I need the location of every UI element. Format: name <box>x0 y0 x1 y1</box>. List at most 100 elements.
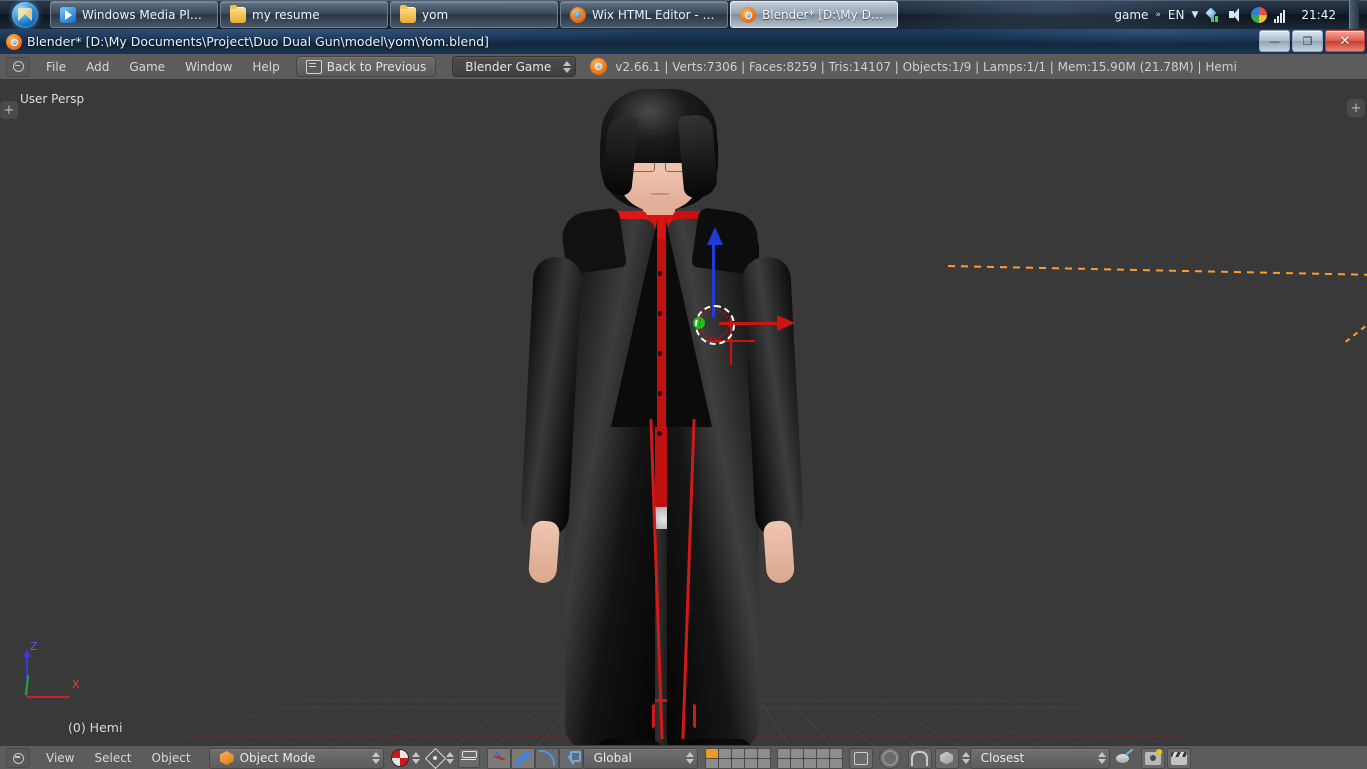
rotate-icon <box>538 750 555 766</box>
manipulator-rotate-button[interactable] <box>534 747 559 769</box>
layer-cell[interactable] <box>744 748 757 758</box>
taskbar-buttons: Windows Media Player my resume yom Wix H… <box>50 0 898 29</box>
layer-cell[interactable] <box>705 748 718 758</box>
language-indicator[interactable]: EN <box>1168 8 1185 22</box>
menu-file[interactable]: File <box>36 54 76 79</box>
layer-cell[interactable] <box>816 758 829 768</box>
layer-cell[interactable] <box>718 758 731 768</box>
tray-overflow-icon[interactable]: » <box>1155 10 1161 20</box>
taskbar-item-label: Blender* [D:\My Doc... <box>762 7 888 22</box>
manipulator-scale-button[interactable] <box>558 747 583 769</box>
layer-cell[interactable] <box>731 758 744 768</box>
interaction-mode-select[interactable]: Object Mode <box>208 747 384 769</box>
taskbar-item-windows-media-player[interactable]: Windows Media Player <box>50 1 218 28</box>
snap-target-select[interactable]: Closest <box>969 747 1110 769</box>
start-button[interactable] <box>0 0 50 29</box>
opengl-render-animation-icon[interactable] <box>1166 747 1191 769</box>
taskbar-item-label: my resume <box>252 7 320 22</box>
taskbar-item-wix-html-editor[interactable]: Wix HTML Editor - M... <box>560 1 728 28</box>
footer-menu-select[interactable]: Select <box>84 746 141 769</box>
blender-icon <box>6 33 22 50</box>
opengl-render-image-icon[interactable] <box>1140 747 1165 769</box>
menu-help[interactable]: Help <box>242 54 289 79</box>
editor-type-icon <box>12 61 24 72</box>
mouth <box>651 193 669 195</box>
3d-viewport[interactable]: User Persp + + Z X (0) Hemi <box>0 79 1367 745</box>
layer-cell[interactable] <box>757 748 770 758</box>
layer-cell[interactable] <box>790 748 803 758</box>
taskbar-item-my-resume[interactable]: my resume <box>220 1 388 28</box>
render-engine-select[interactable]: Blender Game <box>452 56 577 77</box>
lock-layers-icon[interactable] <box>848 747 873 769</box>
properties-panel-toggle[interactable]: + <box>1347 99 1365 117</box>
layer-cell[interactable] <box>777 758 790 768</box>
menu-add[interactable]: Add <box>76 54 119 79</box>
layer-cell[interactable] <box>829 758 842 768</box>
viewport-shading-group[interactable] <box>390 749 420 767</box>
volume-icon[interactable] <box>1228 7 1244 23</box>
layer-group-1[interactable] <box>704 747 771 769</box>
taskbar-item-blender[interactable]: Blender* [D:\My Doc... <box>730 1 898 28</box>
toolshelf-toggle[interactable]: + <box>0 101 18 119</box>
layer-cell[interactable] <box>803 758 816 768</box>
layer-cell[interactable] <box>816 748 829 758</box>
footer-menu-object[interactable]: Object <box>142 746 201 769</box>
chevron-updown-icon[interactable] <box>961 752 970 764</box>
chevron-updown-icon <box>563 60 572 73</box>
editor-type-selector[interactable] <box>6 56 30 77</box>
interaction-mode-value: Object Mode <box>239 751 316 765</box>
scene-layers <box>704 747 901 769</box>
show-desktop-button[interactable] <box>1349 0 1359 29</box>
minimize-button[interactable]: — <box>1259 30 1290 52</box>
window-title: Blender* [D:\My Documents\Project\Duo Du… <box>27 34 489 49</box>
manipulator-enable-button[interactable] <box>486 747 511 769</box>
media-player-icon <box>60 6 76 23</box>
selected-object-relationship-line-2 <box>1345 316 1367 343</box>
menu-game[interactable]: Game <box>119 54 175 79</box>
restore-button[interactable]: ❐ <box>1292 30 1323 52</box>
render-preview-icon[interactable] <box>878 747 901 769</box>
back-to-previous-button[interactable]: Back to Previous <box>295 56 437 77</box>
chevron-updown-icon <box>1097 752 1106 764</box>
character-model-yom[interactable] <box>505 89 815 745</box>
layer-cell[interactable] <box>744 758 757 768</box>
chevron-down-icon[interactable]: ▼ <box>1191 10 1198 20</box>
layer-cell[interactable] <box>829 748 842 758</box>
menu-window[interactable]: Window <box>175 54 242 79</box>
layer-cell[interactable] <box>777 748 790 758</box>
network-icon[interactable] <box>1205 6 1222 23</box>
restore-icon: ❐ <box>1302 34 1313 48</box>
taskbar-clock[interactable]: 21:42 <box>1297 8 1336 22</box>
chevron-updown-icon[interactable] <box>411 752 420 764</box>
layer-cell[interactable] <box>731 748 744 758</box>
proportional-edit-icon[interactable] <box>457 748 480 768</box>
shield-icon[interactable] <box>1251 6 1268 23</box>
view-navigation-icon[interactable] <box>1115 750 1134 766</box>
gizmo-z-label: Z <box>30 640 38 653</box>
chevron-updown-icon[interactable] <box>445 752 454 764</box>
hair-bang-right <box>677 113 719 199</box>
layer-group-2[interactable] <box>776 747 843 769</box>
snap-magnet-icon[interactable] <box>907 747 932 769</box>
layer-cell[interactable] <box>790 758 803 768</box>
pivot-point-group[interactable] <box>427 748 480 768</box>
snap-element-icon[interactable] <box>934 747 959 769</box>
footer-editor-type-selector[interactable] <box>6 748 30 768</box>
layer-cell[interactable] <box>718 748 731 758</box>
3d-cursor-icon <box>695 305 735 345</box>
layer-cell[interactable] <box>705 758 718 768</box>
hand-left <box>527 520 561 584</box>
transform-orientation-select[interactable]: Global <box>582 747 698 769</box>
manipulator-translate-button[interactable] <box>510 747 535 769</box>
magnet-shape <box>911 750 929 766</box>
close-icon: ✕ <box>1339 33 1351 49</box>
footer-menu-view[interactable]: View <box>36 746 84 769</box>
close-button[interactable]: ✕ <box>1325 30 1365 52</box>
pivot-point-icon[interactable] <box>427 750 443 766</box>
layer-cell[interactable] <box>757 758 770 768</box>
ring-shape <box>881 750 898 766</box>
layer-cell[interactable] <box>803 748 816 758</box>
viewport-shading-icon[interactable] <box>390 749 409 767</box>
signal-bars-icon[interactable] <box>1274 7 1290 23</box>
taskbar-item-yom[interactable]: yom <box>390 1 558 28</box>
